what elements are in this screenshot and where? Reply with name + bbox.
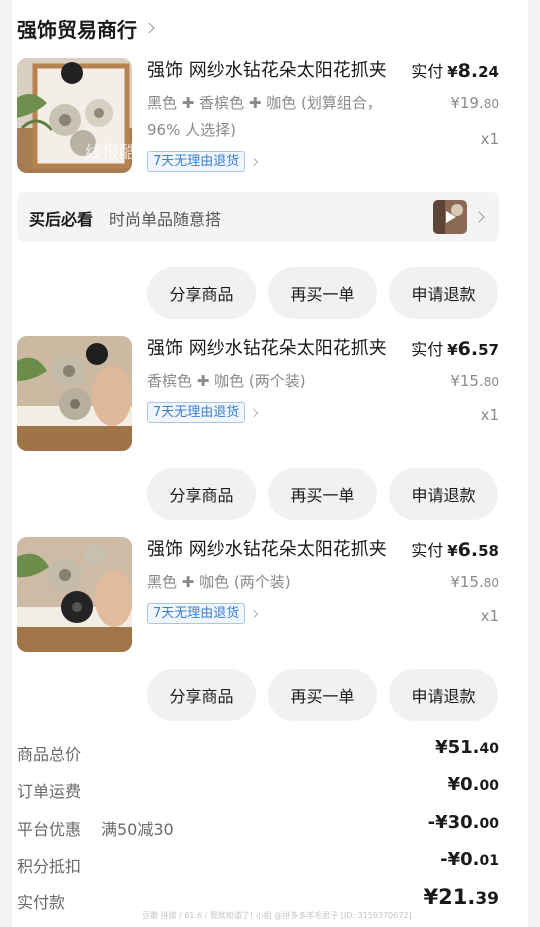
chevron-right-icon xyxy=(143,22,155,34)
request-refund-button[interactable]: 申请退款 xyxy=(389,468,498,520)
paid-dec: 58 xyxy=(478,542,499,560)
return-policy-tag[interactable]: 7天无理由退货 xyxy=(147,603,259,624)
order-item[interactable]: 强饰 网纱水钻花朵太阳花抓夹 黑色 ✚ 咖色 (两个装) 实付 ¥6.58 ¥15… xyxy=(17,537,499,655)
quantity: x1 xyxy=(480,607,499,625)
summary-platform-rule: 满50减30 xyxy=(101,820,174,839)
product-spec: 黑色 ✚ 咖色 (两个装) xyxy=(147,573,291,591)
summary-platform-value: -¥30.00 xyxy=(428,812,499,833)
orig-dec: 80 xyxy=(483,576,499,590)
summary-paid-int: ¥21. xyxy=(423,885,476,909)
product-title[interactable]: 强饰 网纱水钻花朵太阳花抓夹 xyxy=(147,336,397,362)
return-policy-label: 7天无理由退货 xyxy=(147,402,246,423)
summary-paid-value: ¥21.39 xyxy=(424,885,500,909)
paid-label: 实付 xyxy=(411,340,444,359)
summary-shipping-row: 订单运费 ¥0.00 xyxy=(17,774,499,804)
chevron-right-icon xyxy=(250,408,259,417)
after-purchase-text: 时尚单品随意搭 xyxy=(109,210,222,229)
after-purchase-label: 买后必看 xyxy=(29,210,94,229)
chevron-right-icon xyxy=(473,211,485,223)
summary-total-dec: 40 xyxy=(479,741,499,757)
product-title[interactable]: 强饰 网纱水钻花朵太阳花抓夹 xyxy=(147,537,397,563)
paid-price: 实付 ¥6.57 xyxy=(411,336,499,363)
buy-again-button[interactable]: 再买一单 xyxy=(268,468,377,520)
after-purchase-bar[interactable]: 买后必看 时尚单品随意搭 xyxy=(17,192,499,242)
summary-platform-row[interactable]: 平台优惠 满50减30 -¥30.00 xyxy=(17,812,499,842)
paid-dec: 57 xyxy=(478,341,499,359)
share-product-button[interactable]: 分享商品 xyxy=(147,669,256,721)
product-spec: 香槟色 ✚ 咖色 (两个装) xyxy=(147,372,306,390)
orig-int: ¥15. xyxy=(450,372,484,390)
paid-label: 实付 xyxy=(411,541,444,560)
order-item[interactable]: 强饰 网纱水钻花朵太阳花抓夹 香槟色 ✚ 咖色 (两个装) 实付 ¥6.57 ¥1… xyxy=(17,336,499,454)
product-thumbnail[interactable] xyxy=(17,537,132,652)
orig-int: ¥15. xyxy=(450,573,484,591)
chevron-right-icon xyxy=(250,609,259,618)
request-refund-button[interactable]: 申请退款 xyxy=(389,669,498,721)
summary-points-label: 积分抵扣 xyxy=(17,857,82,876)
summary-total-value: ¥51.40 xyxy=(435,737,499,758)
product-spec: 黑色 ✚ 香槟色 ✚ 咖色 (划算组合，96% 人选择) xyxy=(147,94,382,139)
item-actions: 分享商品 再买一单 申请退款 xyxy=(147,669,499,721)
paid-int: 6. xyxy=(457,338,479,360)
summary-points-row: 积分抵扣 -¥0.01 xyxy=(17,849,499,879)
summary-points-dec: 01 xyxy=(479,853,499,869)
original-price: ¥15.80 xyxy=(450,571,499,594)
chevron-right-icon xyxy=(250,157,259,166)
paid-price: 实付 ¥8.24 xyxy=(411,58,499,85)
share-product-button[interactable]: 分享商品 xyxy=(147,267,256,319)
shop-header[interactable]: 强饰贸易商行 xyxy=(17,12,155,44)
product-thumbnail[interactable] xyxy=(17,336,132,451)
summary-paid-label: 实付款 xyxy=(17,893,66,912)
buy-again-button[interactable]: 再买一单 xyxy=(268,669,377,721)
paid-dec: 24 xyxy=(478,63,499,81)
currency-symbol: ¥ xyxy=(447,542,458,560)
original-price: ¥15.80 xyxy=(450,370,499,393)
share-product-button[interactable]: 分享商品 xyxy=(147,468,256,520)
orig-dec: 80 xyxy=(483,375,499,389)
item-actions: 分享商品 再买一单 申请退款 xyxy=(147,267,499,319)
paid-int: 8. xyxy=(457,60,479,82)
summary-paid-dec: 39 xyxy=(475,889,499,909)
summary-points-value: -¥0.01 xyxy=(440,849,499,870)
footer-note: 豆瓣 拼娘 / 61.6 / 我就知道了! 小姐 @拼多多羊毛君子 [ID: 3… xyxy=(142,911,412,920)
paid-price: 实付 ¥6.58 xyxy=(411,537,499,564)
summary-total-row: 商品总价 ¥51.40 xyxy=(17,737,499,767)
video-thumbnail[interactable] xyxy=(433,200,467,234)
summary-points-int: -¥0. xyxy=(440,849,480,870)
currency-symbol: ¥ xyxy=(447,341,458,359)
product-title[interactable]: 强饰 网纱水钻花朵太阳花抓夹 xyxy=(147,58,397,84)
summary-shipping-value: ¥0.00 xyxy=(448,774,499,795)
product-thumbnail[interactable] xyxy=(17,58,132,173)
summary-platform-label: 平台优惠 xyxy=(17,820,82,839)
summary-shipping-label: 订单运费 xyxy=(17,782,82,801)
return-policy-tag[interactable]: 7天无理由退货 xyxy=(147,151,259,172)
paid-label: 实付 xyxy=(411,62,444,81)
paid-int: 6. xyxy=(457,539,479,561)
return-policy-label: 7天无理由退货 xyxy=(147,151,246,172)
currency-symbol: ¥ xyxy=(447,63,458,81)
summary-shipping-dec: 00 xyxy=(479,778,499,794)
summary-platform-dec: 00 xyxy=(479,816,499,832)
orig-int: ¥19. xyxy=(450,94,484,112)
item-actions: 分享商品 再买一单 申请退款 xyxy=(147,468,499,520)
quantity: x1 xyxy=(480,130,499,148)
summary-total-int: ¥51. xyxy=(435,737,480,758)
order-item[interactable]: 线报酷 new.xianbao.fun 强饰 网纱水钻花朵太阳花抓夹 黑色 ✚ … xyxy=(17,58,499,176)
orig-dec: 80 xyxy=(483,97,499,111)
original-price: ¥19.80 xyxy=(450,92,499,115)
return-policy-tag[interactable]: 7天无理由退货 xyxy=(147,402,259,423)
quantity: x1 xyxy=(480,406,499,424)
summary-platform-int: -¥30. xyxy=(427,812,480,833)
request-refund-button[interactable]: 申请退款 xyxy=(389,267,498,319)
summary-shipping-int: ¥0. xyxy=(447,774,480,795)
summary-total-label: 商品总价 xyxy=(17,745,82,764)
buy-again-button[interactable]: 再买一单 xyxy=(268,267,377,319)
shop-name[interactable]: 强饰贸易商行 xyxy=(17,14,137,43)
return-policy-label: 7天无理由退货 xyxy=(147,603,246,624)
